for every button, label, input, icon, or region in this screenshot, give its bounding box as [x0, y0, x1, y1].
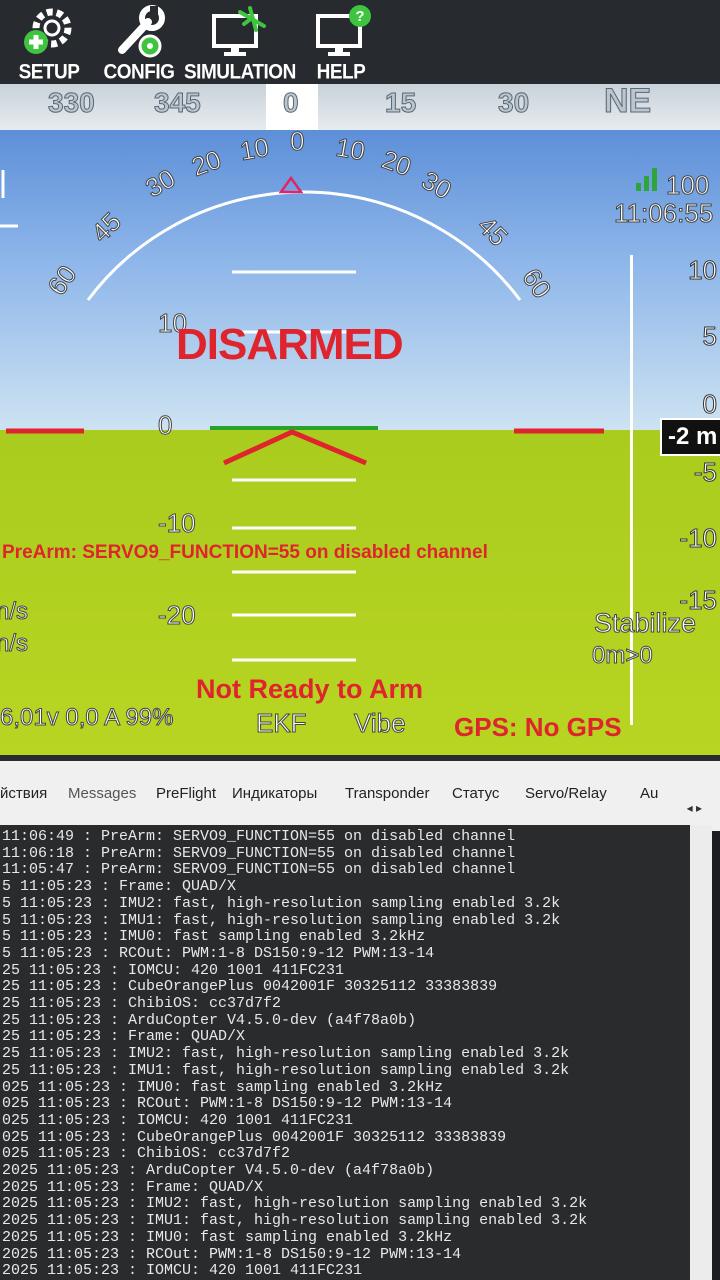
altitude-label: 10 — [688, 255, 718, 286]
pitch-label: 0 — [157, 410, 173, 441]
signal-bar — [652, 168, 657, 191]
log-line: 2025 11:05:23 : IMU0: fast sampling enab… — [2, 1228, 453, 1246]
altitude-label: -10 — [679, 523, 718, 554]
heading-label: 345 — [154, 87, 202, 119]
roll-pointer — [278, 175, 304, 194]
simulation-label: SIMULATION — [184, 60, 296, 84]
scroll-up-icon[interactable]: ▲ — [694, 837, 710, 848]
tab-status[interactable]: Статус — [452, 785, 499, 802]
roll-arc — [86, 190, 522, 301]
help-button[interactable]: ? HELP — [296, 4, 386, 90]
setup-label: SETUP — [18, 60, 80, 84]
tab-scroll-arrows-icon[interactable]: ◂ ▸ — [687, 801, 702, 815]
heading-label: 330 — [48, 87, 96, 119]
config-button[interactable]: CONFIG — [94, 4, 184, 90]
log-line: 2025 11:05:23 : RCOut: PWM:1-8 DS150:9-1… — [2, 1245, 462, 1263]
log-line: 11:06:18 : PreArm: SERVO9_FUNCTION=55 on… — [2, 844, 516, 862]
log-line: 25 11:05:23 : IMU1: fast, high-resolutio… — [2, 1061, 570, 1079]
log-line: 025 11:05:23 : RCOut: PWM:1-8 DS150:9-12… — [2, 1095, 453, 1113]
pitch-label: -20 — [158, 600, 197, 631]
monitor-help-icon: ? — [316, 5, 371, 56]
vibe-indicator[interactable]: Vibe — [354, 708, 407, 739]
log-line: 5 11:05:23 : IMU1: fast, high-resolution… — [2, 911, 561, 929]
help-label: HELP — [316, 60, 366, 84]
log-line: 5 11:05:23 : RCOut: PWM:1-8 DS150:9-12 P… — [2, 944, 435, 962]
gps-status: GPS: No GPS — [454, 712, 622, 742]
log-line: 11:06:49 : PreArm: SERVO9_FUNCTION=55 on… — [2, 828, 516, 845]
roll-label: 10 — [237, 131, 272, 167]
simulation-button[interactable]: SIMULATION — [184, 4, 296, 90]
pitch-label: -10 — [158, 508, 197, 539]
link-quality: 100 — [665, 170, 710, 201]
log-line: 025 11:05:23 : IOMCU: 420 1001 411FC231 — [2, 1111, 354, 1129]
groundspeed-unit: n/s — [0, 630, 29, 658]
heading-label: 15 — [384, 87, 417, 119]
prearm-message: PreArm: SERVO9_FUNCTION=55 on disabled c… — [2, 542, 488, 563]
ekf-indicator[interactable]: EKF — [256, 708, 308, 739]
log-line: 025 11:05:23 : CubeOrangePlus 0042001F 3… — [2, 1128, 507, 1146]
log-line: 25 11:05:23 : ChibiOS: cc37d7f2 — [2, 995, 282, 1013]
armed-status: DISARMED — [176, 320, 404, 369]
altitude-label: 0 — [702, 389, 718, 420]
config-label: CONFIG — [103, 60, 175, 84]
log-line: 2025 11:05:23 : IMU1: fast, high-resolut… — [2, 1212, 588, 1230]
setup-button[interactable]: SETUP — [4, 4, 94, 90]
log-line: 5 11:05:23 : Frame: QUAD/X — [2, 878, 237, 896]
battery-readout: 6,01v 0,0 A 99% — [0, 704, 174, 732]
altitude-current: -2 m — [660, 418, 720, 456]
log-line: 25 11:05:23 : Frame: QUAD/X — [2, 1028, 246, 1046]
log-line: 5 11:05:23 : IMU0: fast sampling enabled… — [2, 928, 426, 946]
distance-readout: 0m>0 — [592, 642, 654, 670]
log-line: 5 11:05:23 : IMU2: fast, high-resolution… — [2, 894, 561, 912]
log-line: 2025 11:05:23 : ArduCopter V4.5.0-dev (a… — [2, 1162, 435, 1180]
clock: 11:06:55 — [613, 198, 714, 229]
monitor-plane-icon — [212, 6, 266, 56]
gear-plus-icon — [24, 8, 72, 54]
roll-label: 10 — [333, 131, 368, 167]
flight-mode: Stabilize — [593, 608, 697, 639]
tab-actions[interactable]: йствия — [0, 785, 47, 802]
signal-bar — [636, 183, 641, 191]
log-line: 025 11:05:23 : ChibiOS: cc37d7f2 — [2, 1145, 291, 1163]
airspeed-unit: n/s — [0, 598, 29, 626]
tab-messages[interactable]: Messages — [68, 785, 136, 802]
tab-preflight[interactable]: PreFlight — [156, 785, 216, 802]
tab-servo-relay[interactable]: Servo/Relay — [525, 785, 607, 802]
wrench-icon — [118, 5, 165, 58]
log-line: 25 11:05:23 : IMU2: fast, high-resolutio… — [2, 1045, 570, 1063]
signal-bar — [644, 176, 649, 191]
altitude-label: -5 — [693, 457, 717, 488]
svg-text:?: ? — [355, 8, 364, 25]
log-line: 25 11:05:23 : ArduCopter V4.5.0-dev (a4f… — [2, 1011, 417, 1029]
tab-strip: йствия Messages PreFlight Индикаторы Tra… — [0, 755, 720, 831]
log-line: 025 11:05:23 : IMU0: fast sampling enabl… — [2, 1078, 444, 1096]
heading-label: 0 — [283, 87, 300, 119]
messages-log[interactable]: 11:06:49 : PreArm: SERVO9_FUNCTION=55 on… — [0, 825, 712, 1280]
log-line: 11:05:47 : PreArm: SERVO9_FUNCTION=55 on… — [2, 861, 516, 879]
tab-transponder[interactable]: Transponder — [345, 785, 430, 802]
altitude-label: 5 — [702, 321, 718, 352]
aircraft-symbol — [222, 429, 367, 466]
not-ready-message: Not Ready to Arm — [196, 674, 424, 704]
log-line: 2025 11:05:23 : IOMCU: 420 1001 411FC231 — [2, 1262, 363, 1280]
roll-label: 0 — [289, 130, 305, 157]
heading-tape: 330 345 0 15 30 NE — [0, 82, 720, 132]
log-line: 25 11:05:23 : CubeOrangePlus 0042001F 30… — [2, 978, 498, 996]
log-line: 2025 11:05:23 : IMU2: fast, high-resolut… — [2, 1195, 588, 1213]
log-line: 2025 11:05:23 : Frame: QUAD/X — [2, 1178, 264, 1196]
heading-label: 30 — [497, 87, 530, 119]
tab-aux[interactable]: Au — [640, 785, 658, 802]
log-line: 25 11:05:23 : IOMCU: 420 1001 411FC231 — [2, 961, 345, 979]
heading-label: NE — [603, 82, 652, 121]
hud: 60 45 30 20 10 0 10 20 30 45 60 10 0 -10… — [0, 130, 720, 755]
tab-indicators[interactable]: Индикаторы — [232, 785, 317, 802]
main-toolbar: SETUP CONFIG SIMULATION ? HELP — [0, 0, 720, 92]
